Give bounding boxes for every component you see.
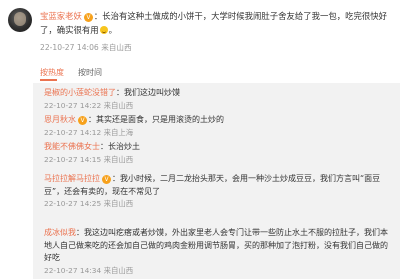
reply-location: 来自山西 — [103, 265, 134, 275]
main-comment-meta: 22-10-27 14:06 来自山西 — [40, 42, 132, 53]
reply-time: 22-10-27 14:34 — [44, 265, 102, 275]
reply-location: 来自山西 — [103, 100, 134, 110]
main-comment-text-end: 。 — [108, 24, 117, 35]
reply-time: 22-10-27 14:12 — [44, 127, 102, 137]
main-comment: 宝蓝家老妖 V ：长治有这种土做成的小饼干，大学时候我闹肚子舍友给了我一包，吃完很快… — [40, 10, 396, 37]
reply-item: 我能不佛佛女士：长治炒土 22-10-27 14:15 来自山西 — [44, 141, 394, 166]
reply-location: 来自上海 — [103, 127, 134, 137]
reply-list: 是椒的小莲蛇没错了：我们这边叫炒馍 22-10-27 14:22 来自山西 恩月… — [33, 83, 400, 279]
reply-text: ：长治炒土 — [100, 142, 140, 151]
reply-text: ：我这边叫疙瘩或者炒馍，外出家里老人会专门让带一些防止水土不服的拉肚子，我们本地… — [44, 228, 388, 262]
reply-username[interactable]: 是椒的小莲蛇没错了 — [44, 88, 116, 97]
reply-text: ：我们这边叫炒馍 — [116, 88, 180, 97]
reply-item: 是椒的小莲蛇没错了：我们这边叫炒馍 22-10-27 14:22 来自山西 — [44, 87, 394, 112]
active-tab-indicator — [40, 79, 57, 81]
reply-item: 马拉拉解马拉拉 V ：我小时候，二月二龙抬头那天，会用一种沙土炒成豆豆，我们方言叫“… — [44, 173, 394, 211]
sort-tabs: 按热度 按时间 — [40, 67, 102, 78]
comment-time: 22-10-27 14:06 — [40, 43, 99, 52]
verified-badge-icon: V — [78, 116, 87, 125]
reply-item: 恩月秋水 V ：其实还是面食，只是用滚烫的土炒的 22-10-27 14:12 来自… — [44, 114, 394, 139]
reply-location: 来自山西 — [103, 154, 134, 164]
verified-badge-icon: V — [83, 13, 93, 22]
comment-location: 来自山西 — [101, 43, 132, 52]
reply-username[interactable]: 马拉拉解马拉拉 — [44, 174, 100, 183]
smile-emoji-icon — [99, 25, 108, 34]
reply-username[interactable]: 成冰似我 — [44, 228, 76, 237]
tab-time[interactable]: 按时间 — [78, 68, 102, 77]
reply-text: ：其实还是面食，只是用滚烫的土炒的 — [88, 115, 224, 124]
verified-badge-icon: V — [102, 175, 111, 184]
reply-time: 22-10-27 14:22 — [44, 100, 102, 110]
user-avatar[interactable] — [8, 8, 32, 32]
reply-item: 成冰似我：我这边叫疙瘩或者炒馍，外出家里老人会专门让带一些防止水土不服的拉肚子，… — [44, 227, 394, 277]
reply-username[interactable]: 恩月秋水 — [44, 115, 76, 124]
reply-username[interactable]: 我能不佛佛女士 — [44, 142, 100, 151]
reply-time: 22-10-27 14:15 — [44, 154, 102, 164]
reply-location: 来自山西 — [103, 199, 134, 208]
reply-time: 22-10-27 14:25 — [44, 199, 102, 208]
tab-hot[interactable]: 按热度 — [40, 68, 64, 77]
main-comment-username[interactable]: 宝蓝家老妖 — [40, 11, 82, 21]
